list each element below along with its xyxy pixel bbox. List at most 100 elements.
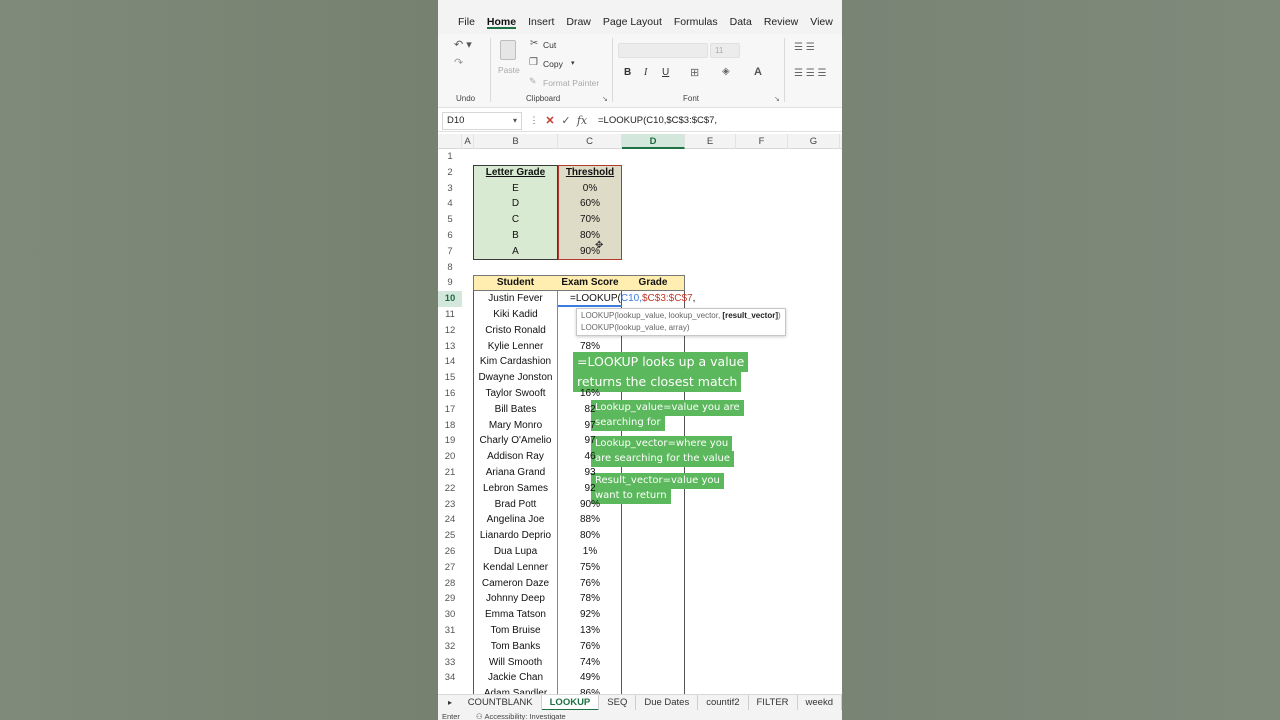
row-header-19[interactable]: 19 bbox=[438, 433, 462, 449]
row-header-3[interactable]: 3 bbox=[438, 181, 462, 197]
student-name-cell[interactable]: Adam Sandler bbox=[473, 686, 558, 694]
row-header-8[interactable]: 8 bbox=[438, 260, 462, 276]
function-argument-tooltip[interactable]: LOOKUP(lookup_value, lookup_vector, [res… bbox=[576, 308, 786, 336]
row-header-17[interactable]: 17 bbox=[438, 402, 462, 418]
menu-home[interactable]: Home bbox=[481, 0, 522, 34]
column-header-e[interactable]: E bbox=[685, 134, 736, 149]
exam-score-cell[interactable]: 97 bbox=[558, 433, 622, 449]
row-header-33[interactable]: 33 bbox=[438, 655, 462, 671]
student-name-cell[interactable]: Charly O'Amelio bbox=[473, 433, 558, 449]
exam-score-cell[interactable]: 74% bbox=[558, 655, 622, 671]
exam-score-cell[interactable]: 76% bbox=[558, 576, 622, 592]
student-name-cell[interactable]: Addison Ray bbox=[473, 449, 558, 465]
row-header-26[interactable]: 26 bbox=[438, 544, 462, 560]
exam-score-cell[interactable]: 92% bbox=[558, 607, 622, 623]
tab-scroll-right-icon[interactable]: ▸ bbox=[448, 698, 460, 707]
row-header-15[interactable]: 15 bbox=[438, 370, 462, 386]
row-header-34[interactable]: 34 bbox=[438, 670, 462, 686]
paste-label[interactable]: Paste bbox=[498, 65, 520, 75]
tab-countblank[interactable]: COUNTBLANK bbox=[460, 694, 542, 711]
row-header-32[interactable]: 32 bbox=[438, 639, 462, 655]
clipboard-launcher-icon[interactable]: ↘ bbox=[602, 95, 608, 103]
row-header-23[interactable]: 23 bbox=[438, 497, 462, 513]
tab-lookup[interactable]: LOOKUP bbox=[541, 694, 600, 711]
student-name-cell[interactable]: Lianardo Deprio bbox=[473, 528, 558, 544]
threshold-cell[interactable]: 0% bbox=[558, 181, 622, 197]
student-name-cell[interactable]: Cristo Ronald bbox=[473, 323, 558, 339]
row-header-2[interactable]: 2 bbox=[438, 165, 462, 181]
exam-score-cell[interactable]: 16% bbox=[558, 386, 622, 402]
student-name-cell[interactable]: Taylor Swooft bbox=[473, 386, 558, 402]
row-header-11[interactable]: 11 bbox=[438, 307, 462, 323]
student-name-cell[interactable]: Johnny Deep bbox=[473, 591, 558, 607]
menu-insert[interactable]: Insert bbox=[522, 0, 560, 34]
exam-score-cell[interactable]: 76% bbox=[558, 639, 622, 655]
tab-due-dates[interactable]: Due Dates bbox=[636, 694, 699, 711]
column-header-c[interactable]: C bbox=[558, 134, 622, 149]
borders-icon[interactable]: ⊞ bbox=[690, 66, 699, 79]
cancel-icon[interactable]: ✕ bbox=[542, 114, 558, 127]
student-name-cell[interactable]: Tom Banks bbox=[473, 639, 558, 655]
exam-score-cell[interactable]: 75% bbox=[558, 560, 622, 576]
threshold-cell[interactable]: 90% bbox=[558, 244, 622, 260]
menu-data[interactable]: Data bbox=[724, 0, 758, 34]
align-left-icon[interactable]: ☰ ☰ ☰ bbox=[794, 68, 826, 79]
exam-score-cell[interactable]: 78% bbox=[558, 591, 622, 607]
name-box[interactable]: D10 ▾ bbox=[442, 111, 522, 130]
student-name-cell[interactable]: Ariana Grand bbox=[473, 465, 558, 481]
exam-score-cell[interactable]: 93 bbox=[558, 465, 622, 481]
font-size-dropdown[interactable]: 11 bbox=[710, 43, 740, 58]
cell-editing-formula[interactable]: =LOOKUP(C10,$C$3:$C$7, bbox=[570, 291, 695, 307]
row-header-16[interactable]: 16 bbox=[438, 386, 462, 402]
row-header-14[interactable]: 14 bbox=[438, 354, 462, 370]
undo-icon[interactable]: ↶ ▾ bbox=[454, 38, 472, 51]
exam-score-cell[interactable]: 82 bbox=[558, 402, 622, 418]
column-header-d[interactable]: D bbox=[622, 134, 685, 149]
menu-formulas[interactable]: Formulas bbox=[668, 0, 724, 34]
underline-icon[interactable]: U bbox=[662, 67, 669, 78]
row-header-4[interactable]: 4 bbox=[438, 196, 462, 212]
row-header-7[interactable]: 7 bbox=[438, 244, 462, 260]
row-header-21[interactable]: 21 bbox=[438, 465, 462, 481]
row-header-9[interactable]: 9 bbox=[438, 275, 462, 291]
column-header-g[interactable]: G bbox=[788, 134, 840, 149]
menu-view[interactable]: View bbox=[804, 0, 839, 34]
row-header-31[interactable]: 31 bbox=[438, 623, 462, 639]
italic-icon[interactable]: I bbox=[644, 67, 647, 78]
format-painter-button[interactable]: Format Painter bbox=[543, 78, 599, 88]
student-name-cell[interactable]: Emma Tatson bbox=[473, 607, 558, 623]
student-name-cell[interactable]: Lebron Sames bbox=[473, 481, 558, 497]
column-header-a[interactable]: A bbox=[462, 134, 474, 149]
status-accessibility[interactable]: Accessibility: Investigate bbox=[484, 712, 565, 720]
menu-file[interactable]: File bbox=[452, 0, 481, 34]
copy-button[interactable]: Copy bbox=[543, 59, 563, 69]
student-name-cell[interactable]: Kylie Lenner bbox=[473, 339, 558, 355]
row-header-28[interactable]: 28 bbox=[438, 576, 462, 592]
grade-cell[interactable]: A bbox=[473, 244, 558, 260]
cut-button[interactable]: Cut bbox=[543, 40, 556, 50]
column-header-b[interactable]: B bbox=[474, 134, 558, 149]
tab-filter[interactable]: FILTER bbox=[749, 694, 798, 711]
exam-score-cell[interactable]: 1% bbox=[558, 544, 622, 560]
row-header-1[interactable]: 1 bbox=[438, 149, 462, 165]
row-header-25[interactable]: 25 bbox=[438, 528, 462, 544]
exam-score-cell[interactable]: 78% bbox=[558, 339, 622, 355]
tab-weekd[interactable]: weekd bbox=[798, 694, 842, 711]
cut-icon[interactable]: ✂ bbox=[530, 38, 538, 49]
menu-review[interactable]: Review bbox=[758, 0, 804, 34]
exam-score-cell[interactable]: 90% bbox=[558, 497, 622, 513]
student-name-cell[interactable]: Cameron Daze bbox=[473, 576, 558, 592]
grade-cell[interactable]: C bbox=[473, 212, 558, 228]
paste-icon[interactable] bbox=[500, 40, 516, 60]
copy-dropdown-icon[interactable]: ▾ bbox=[571, 59, 575, 67]
menu-page-layout[interactable]: Page Layout bbox=[597, 0, 668, 34]
copy-icon[interactable]: ❐ bbox=[529, 57, 538, 68]
exam-score-cell[interactable]: 88% bbox=[558, 512, 622, 528]
student-name-cell[interactable]: Angelina Joe bbox=[473, 512, 558, 528]
student-name-cell[interactable]: Mary Monro bbox=[473, 418, 558, 434]
column-header-f[interactable]: F bbox=[736, 134, 788, 149]
font-name-dropdown[interactable] bbox=[618, 43, 708, 58]
exam-score-cell[interactable]: 97 bbox=[558, 418, 622, 434]
row-header-22[interactable]: 22 bbox=[438, 481, 462, 497]
more-options-icon[interactable]: ⋮ bbox=[526, 115, 542, 126]
